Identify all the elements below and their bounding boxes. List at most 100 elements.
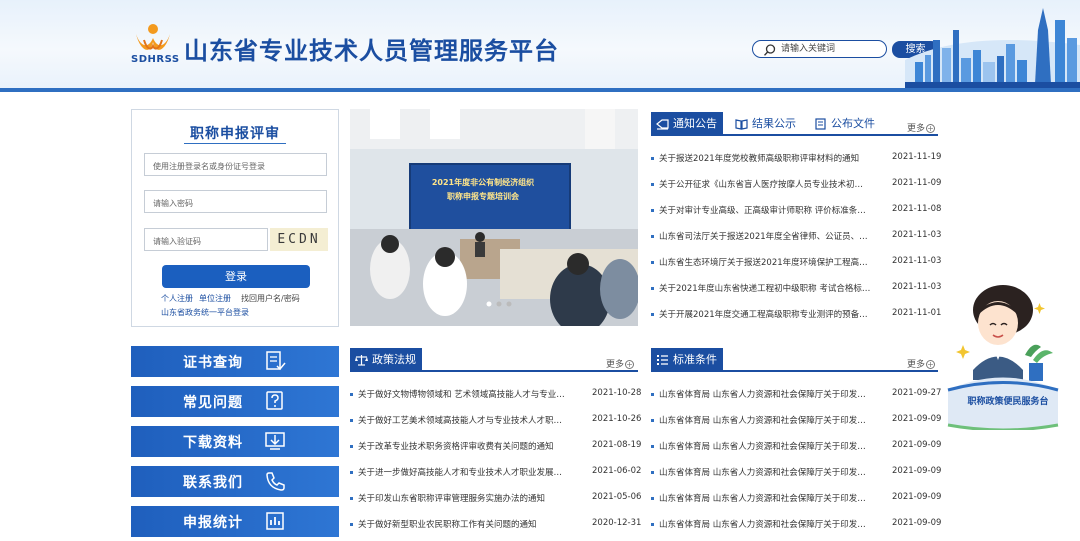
list-item[interactable]: 关于做好新型职业农民职称工作有关问题的通知 2020-12-31 xyxy=(350,518,642,532)
plus-circle-icon: + xyxy=(926,360,936,369)
username-input[interactable] xyxy=(145,156,326,177)
item-date: 2021-09-09 xyxy=(892,492,942,502)
list-item[interactable]: 山东省司法厅关于报送2021年度全省律师、公证员、… 2021-11-03 xyxy=(651,230,942,244)
bell-icon xyxy=(656,119,669,130)
login-title-underline xyxy=(184,143,286,144)
policy-more-link[interactable]: 更多 + xyxy=(606,357,635,370)
bullet-icon xyxy=(651,471,654,474)
more-label: 更多 xyxy=(907,124,926,134)
tab-documents[interactable]: 公布文件 xyxy=(814,112,875,136)
list-item[interactable]: 关于改革专业技术职务资格评审收费有关问题的通知 2021-08-19 xyxy=(350,440,641,454)
bullet-icon xyxy=(350,393,353,396)
tab-policy[interactable]: 政策法规 xyxy=(350,348,422,372)
item-date: 2021-09-27 xyxy=(892,388,942,398)
more-label: 更多 xyxy=(606,360,625,370)
logo-text: SDHRSS xyxy=(131,54,180,65)
bullet-icon xyxy=(350,471,353,474)
side-nav-faq[interactable]: 常见问题 xyxy=(131,386,339,417)
bullet-icon xyxy=(651,235,654,238)
captcha-input[interactable] xyxy=(145,231,267,252)
list-item[interactable]: 关于开展2021年度交通工程高级职称专业测评的预备… 2021-11-01 xyxy=(651,308,942,322)
notice-more-link[interactable]: 更多 + xyxy=(907,121,936,134)
mascot-label[interactable]: 职称政策便民服务台 xyxy=(955,394,1061,407)
tab-result[interactable]: 结果公示 xyxy=(735,112,796,136)
password-field[interactable] xyxy=(144,190,327,214)
list-item[interactable]: 山东省体育局 山东省人力资源和社会保障厅关于印发… 2021-09-09 xyxy=(651,466,941,480)
standard-more-link[interactable]: 更多 + xyxy=(907,357,936,370)
search-icon xyxy=(763,44,776,56)
list-item[interactable]: 山东省生态环境厅关于报送2021年度环境保护工程高… 2021-11-03 xyxy=(651,256,941,270)
standard-tab-bar: 标准条件 更多 + xyxy=(651,348,938,372)
chart-icon xyxy=(266,512,284,530)
service-desk-mascot[interactable] xyxy=(943,285,1063,432)
list-item[interactable]: 关于公开征求《山东省盲人医疗按摩人员专业技术初… 2021-11-09 xyxy=(651,178,941,192)
side-nav-label: 常见问题 xyxy=(183,395,243,411)
item-title: 山东省体育局 山东省人力资源和社会保障厅关于印发… xyxy=(659,416,866,426)
tab-standard[interactable]: 标准条件 xyxy=(651,348,723,372)
list-item[interactable]: 山东省体育局 山东省人力资源和社会保障厅关于印发… 2021-09-09 xyxy=(651,440,941,454)
list-item[interactable]: 关于2021年度山东省快递工程初中级职称 考试合格标… 2021-11-03 xyxy=(651,282,941,296)
list-item[interactable]: 山东省体育局 山东省人力资源和社会保障厅关于印发… 2021-09-09 xyxy=(651,518,942,532)
gov-platform-login-link[interactable]: 山东省政务统一平台登录 xyxy=(161,307,249,318)
item-date: 2021-10-26 xyxy=(592,414,642,424)
tab-label: 政策法规 xyxy=(372,353,416,366)
login-button[interactable]: 登录 xyxy=(162,265,310,288)
password-input[interactable] xyxy=(145,193,326,214)
policy-tab-bar: 政策法规 更多 + xyxy=(350,348,638,372)
list-item[interactable]: 关于印发山东省职称评审管理服务实施办法的通知 2021-05-06 xyxy=(350,492,641,506)
side-nav-contact[interactable]: 联系我们 xyxy=(131,466,339,497)
side-nav-download[interactable]: 下载资料 xyxy=(131,426,339,457)
search-input[interactable] xyxy=(781,42,881,56)
item-date: 2021-11-08 xyxy=(892,204,942,214)
news-photo-carousel[interactable]: 2021年度非公有制经济组织 职称申报专题培训会 xyxy=(350,109,638,326)
bullet-icon xyxy=(350,419,353,422)
item-date: 2021-09-09 xyxy=(892,518,942,528)
list-item[interactable]: 关于做好工艺美术领域高技能人才与专业技术人才职… 2021-10-26 xyxy=(350,414,642,428)
personal-register-link[interactable]: 个人注册 xyxy=(161,294,193,303)
side-nav-label: 证书查询 xyxy=(183,355,243,371)
login-panel: 职称申报评审 ECDN 登录 个人注册单位注册 找回用户名/密码 山东省政务统一平… xyxy=(131,109,339,327)
document-icon xyxy=(815,118,826,130)
list-item[interactable]: 关于对审计专业高级、正高级审计师职称 评价标准条… 2021-11-08 xyxy=(651,204,942,218)
bullet-icon xyxy=(651,261,654,264)
list-item[interactable]: 山东省体育局 山东省人力资源和社会保障厅关于印发… 2021-09-09 xyxy=(651,414,941,428)
tab-notice[interactable]: 通知公告 xyxy=(651,112,723,136)
item-date: 2021-11-01 xyxy=(892,308,942,318)
unit-register-link[interactable]: 单位注册 xyxy=(199,294,231,303)
bullet-icon xyxy=(651,287,654,290)
item-title: 山东省生态环境厅关于报送2021年度环境保护工程高… xyxy=(659,258,868,268)
item-title: 关于公开征求《山东省盲人医疗按摩人员专业技术初… xyxy=(659,180,864,190)
username-field[interactable] xyxy=(144,153,327,177)
photo-caption-line-1: 2021年度非公有制经济组织 xyxy=(431,178,535,187)
item-date: 2020-12-31 xyxy=(592,518,642,528)
bullet-icon xyxy=(651,497,654,500)
mascot-illustration xyxy=(947,285,1059,432)
recover-account-link[interactable]: 找回用户名/密码 xyxy=(241,294,300,303)
side-nav-label: 下载资料 xyxy=(183,435,243,451)
bullet-icon xyxy=(350,523,353,526)
photo-caption-line-2: 职称申报专题培训会 xyxy=(447,192,519,201)
item-title: 山东省体育局 山东省人力资源和社会保障厅关于印发… xyxy=(659,494,866,504)
side-nav-certificate-query[interactable]: 证书查询 xyxy=(131,346,339,377)
search-box[interactable] xyxy=(752,40,887,58)
list-item[interactable]: 山东省体育局 山东省人力资源和社会保障厅关于印发… 2021-09-09 xyxy=(651,492,942,506)
list-item[interactable]: 关于进一步做好高技能人才和专业技术人才职业发展… 2021-06-02 xyxy=(350,466,641,480)
bullet-icon xyxy=(651,183,654,186)
item-title: 山东省体育局 山东省人力资源和社会保障厅关于印发… xyxy=(659,520,866,530)
notice-tab-bar: 通知公告 结果公示 公布文件 更多 + xyxy=(651,112,938,136)
list-item[interactable]: 关于报送2021年度党校教师高级职称评审材料的通知 2021-11-19 xyxy=(651,152,941,166)
item-date: 2021-11-03 xyxy=(892,230,942,240)
balance-icon xyxy=(355,355,368,366)
item-title: 山东省司法厅关于报送2021年度全省律师、公证员、… xyxy=(659,232,868,242)
book-icon xyxy=(735,119,748,130)
item-title: 山东省体育局 山东省人力资源和社会保障厅关于印发… xyxy=(659,468,866,478)
captcha-field[interactable] xyxy=(144,228,268,252)
list-item[interactable]: 关于做好文物博物领域和 艺术领域高技能人才与专业… 2021-10-28 xyxy=(350,388,641,402)
plus-circle-icon: + xyxy=(625,360,635,369)
item-title: 关于做好工艺美术领域高技能人才与专业技术人才职… xyxy=(358,416,563,426)
list-item[interactable]: 山东省体育局 山东省人力资源和社会保障厅关于印发… 2021-09-27 xyxy=(651,388,942,402)
carousel-dots[interactable] xyxy=(484,301,514,307)
side-nav-statistics[interactable]: 申报统计 xyxy=(131,506,339,537)
item-title: 关于做好新型职业农民职称工作有关问题的通知 xyxy=(358,520,537,530)
captcha-image[interactable]: ECDN xyxy=(270,228,328,251)
